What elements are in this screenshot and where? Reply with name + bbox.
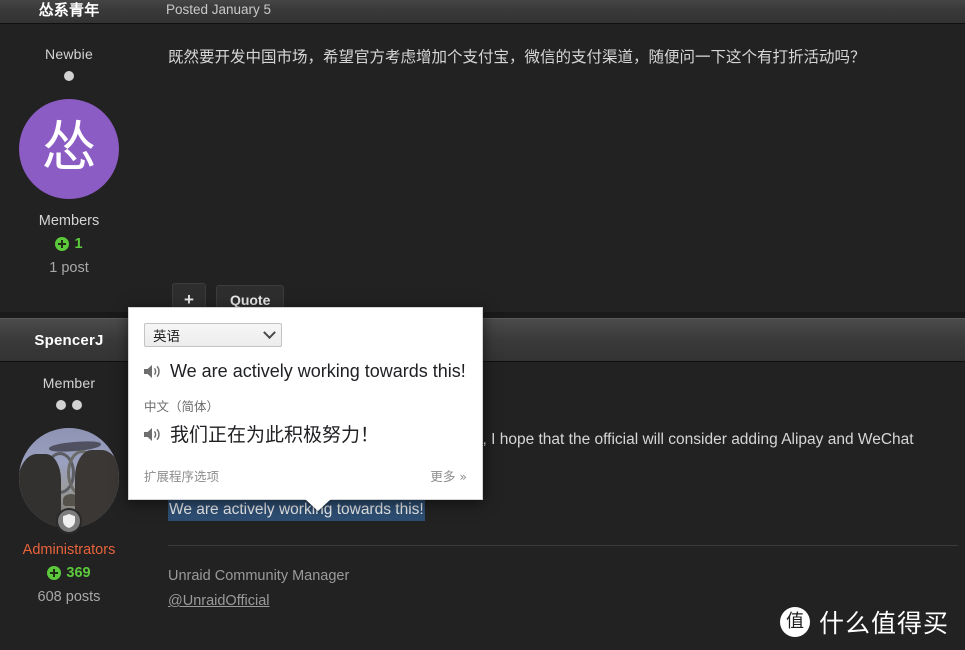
user-rank-title-1: Newbie xyxy=(45,46,93,62)
post-header-1: 怂系青年 Posted January 5 xyxy=(0,0,965,24)
reputation-row-2: 369 xyxy=(0,565,138,581)
watermark-text: 什么值得买 xyxy=(818,609,949,638)
avatar-wrapper-2[interactable] xyxy=(19,428,119,534)
reputation-plus-icon xyxy=(55,237,70,251)
source-text-row: We are actively working towards this! xyxy=(144,361,467,383)
watermark: 值 什么值得买 xyxy=(779,604,949,640)
user-post-count-2: 608 posts xyxy=(37,589,101,605)
user-post-count-1: 1 post xyxy=(49,260,89,276)
avatar-photo-diver xyxy=(75,450,119,528)
user-group-1: Members xyxy=(38,213,100,229)
post-author-name-2[interactable]: SpencerJ xyxy=(0,332,138,349)
target-language-label: 中文（简体） xyxy=(144,398,220,414)
user-rank-pips-2 xyxy=(0,400,138,410)
post-text-1: 既然要开发中国市场，希望官方考虑增加个支付宝，微信的支付渠道，随便问一下这个有打… xyxy=(168,48,866,66)
target-text-row: 我们正在为此积极努力！ xyxy=(144,424,467,447)
source-text: We are actively working towards this! xyxy=(170,361,466,381)
source-language-select[interactable]: 英语 xyxy=(144,323,282,347)
forum-thread-page: 怂系青年 Posted January 5 Newbie 怂 Members 1… xyxy=(0,0,965,650)
user-info-column-2: Member Administrators 369 608 posts xyxy=(0,375,138,605)
signature-handle-link[interactable]: @UnraidOfficial xyxy=(168,593,270,609)
reputation-count-2: 369 xyxy=(66,565,91,581)
post-author-name-1[interactable]: 怂系青年 xyxy=(0,0,138,20)
signature-divider xyxy=(168,544,958,546)
signature-title: Unraid Community Manager xyxy=(168,567,350,584)
reputation-plus-icon xyxy=(47,566,62,580)
more-link[interactable]: 更多 » xyxy=(430,466,467,485)
user-rank-pips-1 xyxy=(0,71,138,81)
post-date-1: Posted January 5 xyxy=(166,1,272,17)
popup-pointer-arrow xyxy=(305,499,331,511)
extension-options-link[interactable]: 扩展程序选项 xyxy=(144,466,219,485)
highlighted-text-line: We are actively working towards this! xyxy=(168,498,958,521)
post-body-1: 既然要开发中国市场，希望官方考虑增加个支付宝，微信的支付渠道，随便问一下这个有打… xyxy=(168,46,958,69)
avatar-wrapper-1[interactable]: 怂 xyxy=(19,99,119,199)
user-group-2: Administrators xyxy=(22,542,116,558)
reputation-row-1: 1 xyxy=(0,236,138,252)
user-rank-title-2: Member xyxy=(42,375,96,391)
speaker-icon[interactable] xyxy=(144,427,161,442)
popup-footer: 扩展程序选项 更多 » xyxy=(144,466,467,485)
avatar[interactable]: 怂 xyxy=(19,99,119,199)
moderator-shield-icon xyxy=(56,508,82,534)
rank-pip xyxy=(56,400,66,410)
avatar-photo-diver xyxy=(19,454,61,528)
selected-text[interactable]: We are actively working towards this! xyxy=(168,498,425,521)
speaker-icon[interactable] xyxy=(144,364,161,379)
watermark-logo-icon: 值 xyxy=(779,607,810,637)
rank-pip xyxy=(72,400,82,410)
source-language-value: 英语 xyxy=(153,329,180,345)
rank-pip xyxy=(64,71,74,81)
reputation-count-1: 1 xyxy=(74,236,83,252)
shield-glyph xyxy=(63,514,75,528)
chevron-down-icon xyxy=(263,325,276,339)
translate-popup: 英语 We are actively working towards this!… xyxy=(128,307,483,500)
target-text: 我们正在为此积极努力！ xyxy=(170,423,380,446)
user-info-column-1: Newbie 怂 Members 1 1 post xyxy=(0,46,138,276)
